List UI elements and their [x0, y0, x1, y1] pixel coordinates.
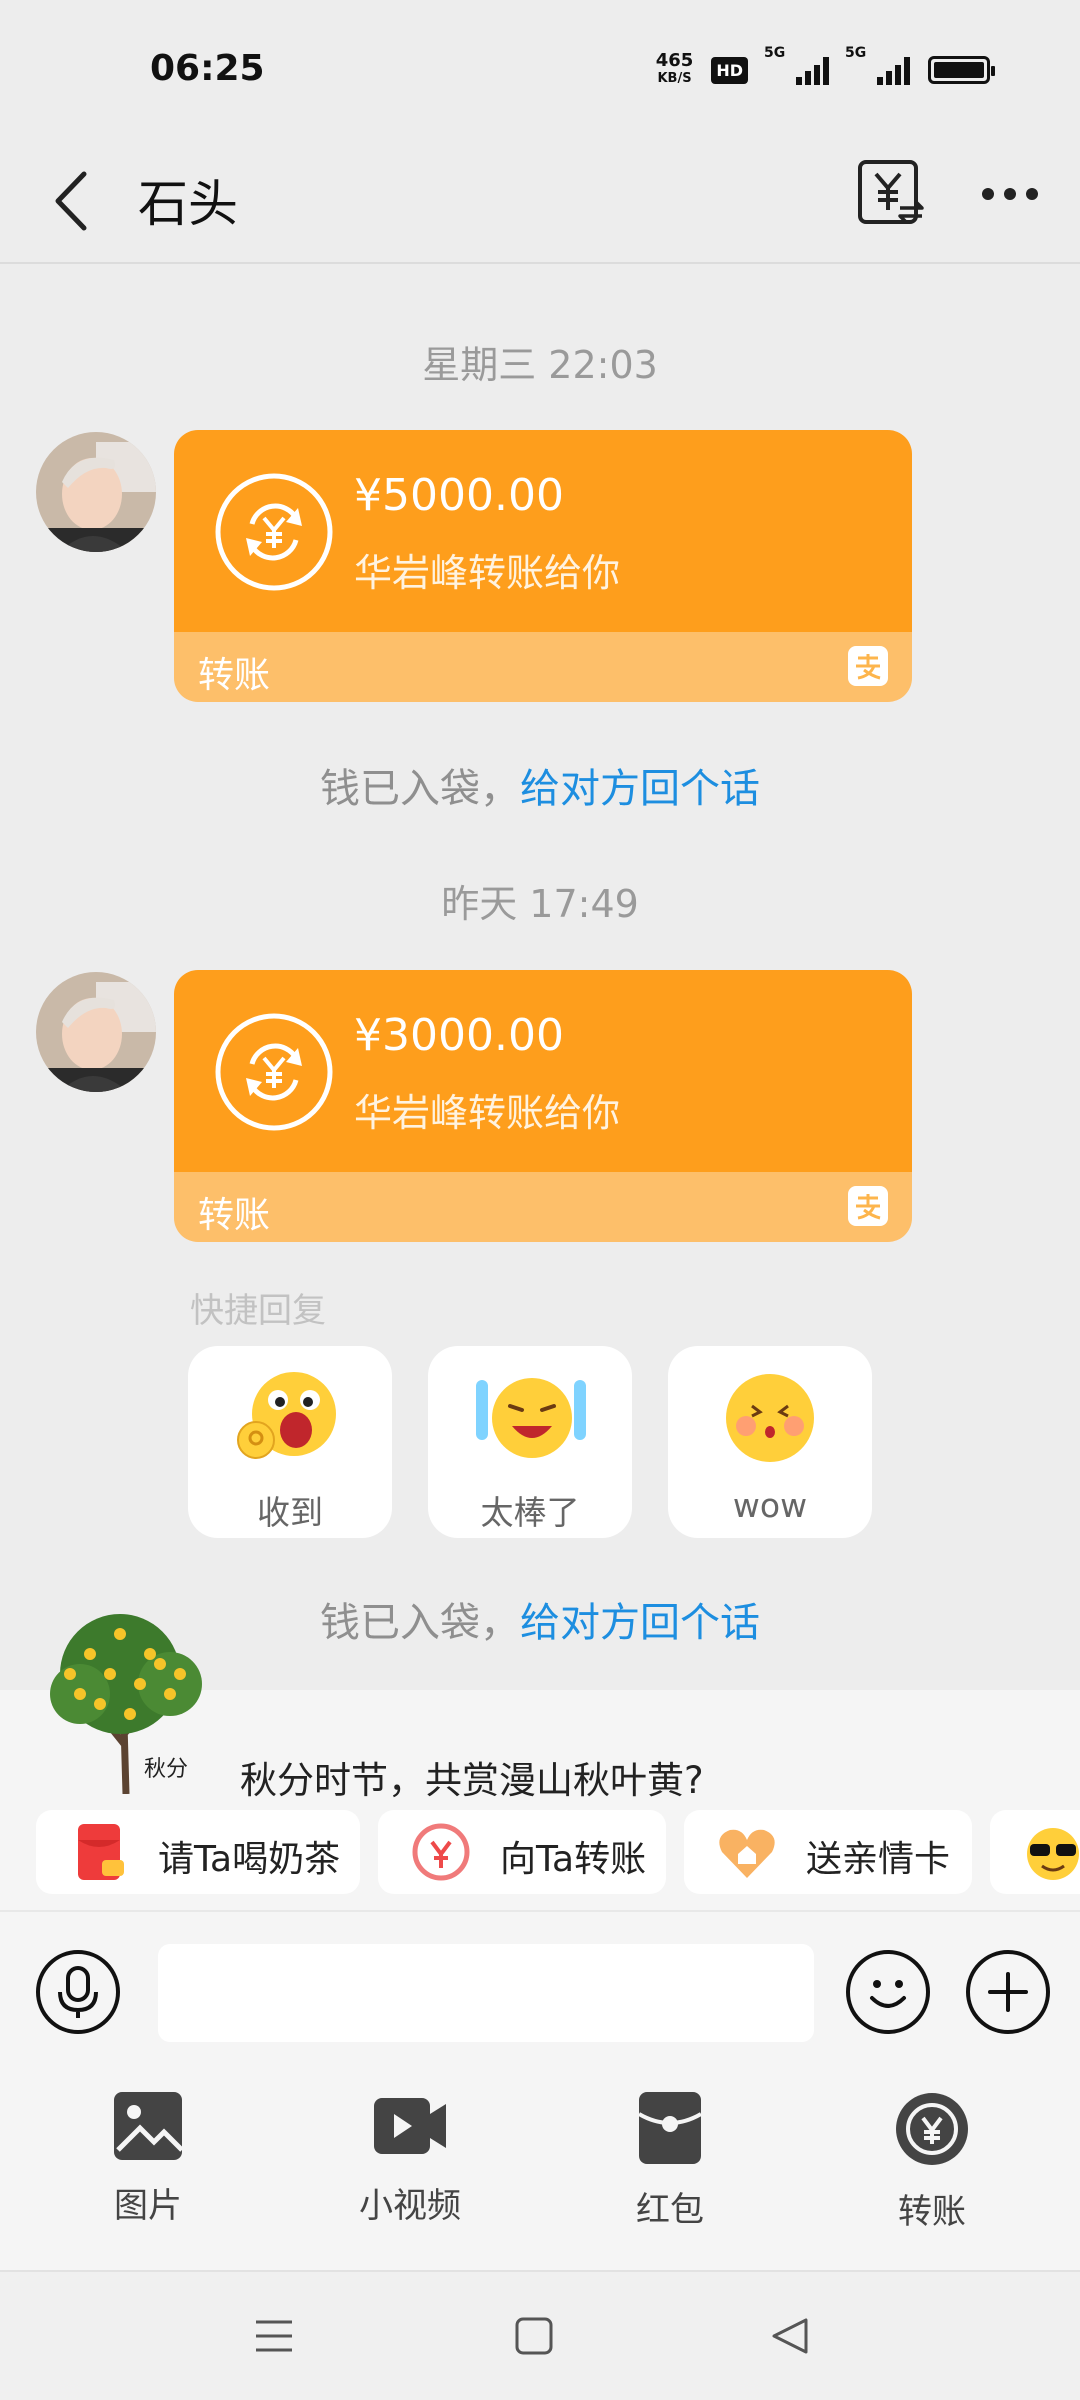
- chat-header: 石头: [0, 140, 1080, 264]
- voice-button[interactable]: [36, 1950, 120, 2034]
- wow-emoji-icon: [726, 1374, 814, 1462]
- quick-reply-label: 太棒了: [480, 1493, 580, 1532]
- reply-link[interactable]: 给对方回个话: [520, 1600, 760, 1646]
- transfer-amount: ¥5000.00: [354, 470, 564, 521]
- transfer-icon: [215, 1013, 333, 1131]
- quick-reply-received[interactable]: 收到: [188, 1346, 392, 1538]
- tool-label: 图片: [114, 2186, 182, 2226]
- add-button[interactable]: [966, 1950, 1050, 2034]
- tool-label: 小视频: [359, 2186, 461, 2226]
- image-icon: [114, 2092, 184, 2160]
- alipay-icon: [848, 1186, 888, 1226]
- reply-link[interactable]: 给对方回个话: [520, 766, 760, 812]
- tool-video[interactable]: 小视频: [340, 2090, 480, 2227]
- quick-reply-wow[interactable]: wow: [668, 1346, 872, 1538]
- quick-reply-great[interactable]: 太棒了: [428, 1346, 632, 1538]
- transfer-label: 转账: [198, 655, 271, 696]
- promo-text: 秋分时节，共赏漫山秋叶黄?: [240, 1759, 704, 1802]
- chip-label: 向Ta转账: [500, 1839, 647, 1880]
- smiley-icon: [870, 1980, 906, 2008]
- alipay-icon: [848, 646, 888, 686]
- message-timestamp: 星期三 22:03: [422, 343, 658, 387]
- sunglasses-emoji-icon: [1027, 1828, 1079, 1880]
- microphone-icon: [58, 1966, 98, 2018]
- chat-title: 石头: [138, 175, 238, 233]
- home-icon[interactable]: [514, 2316, 554, 2356]
- chip-label: 送亲情卡: [806, 1839, 951, 1880]
- network-speed: 465 KB/S: [655, 50, 694, 87]
- emoji-button[interactable]: [846, 1950, 930, 2034]
- quick-reply-title: 快捷回复: [190, 1291, 326, 1331]
- transfer-label: 转账: [198, 1195, 271, 1236]
- tool-label: 红包: [636, 2190, 704, 2230]
- input-area: 图片 小视频 红包 转账: [0, 1910, 1080, 2270]
- hd-icon: HD: [711, 56, 748, 84]
- tool-label: 转账: [898, 2192, 966, 2232]
- menu-icon[interactable]: [254, 2316, 294, 2356]
- chip-label: 请Ta喝奶茶: [158, 1839, 341, 1880]
- system-message: 钱已入袋，给对方回个话: [320, 766, 760, 812]
- transfer-record-icon[interactable]: [856, 158, 926, 228]
- chip-transfer[interactable]: 向Ta转账: [378, 1810, 666, 1894]
- back-nav-icon[interactable]: [770, 2316, 810, 2356]
- signal-icon-2: 5G: [845, 45, 910, 85]
- system-nav-bar: [0, 2270, 1080, 2400]
- avatar[interactable]: [36, 972, 156, 1092]
- transfer-description: 华岩峰转账给你: [354, 551, 621, 595]
- quick-reply-label: wow: [732, 1486, 808, 1525]
- transfer-card[interactable]: ¥5000.00 华岩峰转账给你 转账: [174, 430, 912, 702]
- message-timestamp: 昨天 17:49: [441, 882, 639, 926]
- video-icon: [374, 2098, 446, 2154]
- message-input[interactable]: [158, 1944, 814, 2042]
- back-icon[interactable]: [46, 166, 106, 236]
- transfer-amount: ¥3000.00: [354, 1010, 564, 1061]
- chip-more[interactable]: [990, 1810, 1080, 1894]
- transfer-description: 华岩峰转账给你: [354, 1091, 621, 1135]
- osmanthus-tree-icon: 秋分: [50, 1614, 202, 1794]
- heart-card-icon: [719, 1829, 775, 1878]
- tool-photo[interactable]: 图片: [78, 2090, 218, 2227]
- crying-laugh-emoji-icon: [476, 1378, 586, 1458]
- tool-transfer[interactable]: 转账: [862, 2090, 1002, 2233]
- chip-family-card[interactable]: 送亲情卡: [684, 1810, 972, 1894]
- transfer-card[interactable]: ¥3000.00 华岩峰转账给你 转账: [174, 970, 912, 1242]
- avatar[interactable]: [36, 432, 156, 552]
- status-time: 06:25: [150, 48, 265, 89]
- transfer-icon: [215, 473, 333, 591]
- chip-milk-tea[interactable]: 请Ta喝奶茶: [36, 1810, 360, 1894]
- more-icon[interactable]: [980, 182, 1040, 206]
- status-icons: 465 KB/S HD 5G 5G: [655, 45, 995, 88]
- promo-banner: 秋分 秋分时节，共赏漫山秋叶黄? 请Ta喝奶茶 向Ta转账 送亲情卡: [0, 1614, 1080, 1910]
- plus-icon: [988, 1972, 1028, 2012]
- red-packet-icon: [637, 2092, 703, 2164]
- quick-reply-label: 收到: [257, 1493, 323, 1532]
- red-packet-icon: [78, 1824, 124, 1880]
- tool-red-packet[interactable]: 红包: [600, 2090, 740, 2231]
- transfer-icon: [412, 1823, 470, 1881]
- signal-icon: 5G: [764, 45, 829, 85]
- ok-emoji-icon: [237, 1372, 336, 1459]
- transfer-icon: [896, 2093, 968, 2165]
- promo-tree-text: 秋分: [144, 1757, 188, 1782]
- status-bar: 06:25 465 KB/S HD 5G 5G: [0, 0, 1080, 140]
- battery-icon: [928, 56, 995, 84]
